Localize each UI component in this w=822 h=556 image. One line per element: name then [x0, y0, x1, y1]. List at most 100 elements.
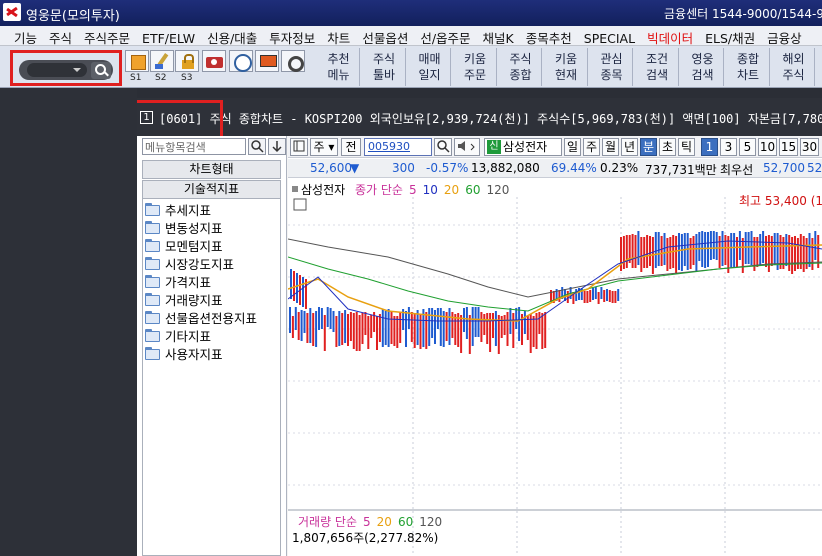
- nav-button[interactable]: 관심 종목: [591, 48, 633, 86]
- interval-button[interactable]: 5: [739, 138, 756, 156]
- candle: [733, 233, 736, 268]
- nav-label-bottom: 툴바: [372, 68, 396, 82]
- nav-button[interactable]: 영웅 검색: [682, 48, 724, 86]
- lock-icon[interactable]: [175, 50, 199, 72]
- indicator-folder-label: 모멘텀지표: [165, 239, 223, 254]
- interval-button[interactable]: 15: [779, 138, 798, 156]
- menu-item[interactable]: 채널K: [483, 26, 514, 45]
- indicator-folder-item[interactable]: 모멘텀지표: [145, 236, 223, 254]
- technical-indicator-header[interactable]: 기술적지표: [142, 180, 281, 199]
- indicator-folder-item[interactable]: 사용자지표: [145, 344, 223, 362]
- menu-item[interactable]: 주식: [49, 26, 72, 45]
- interval-button[interactable]: 1: [701, 138, 718, 156]
- interval-button[interactable]: 10: [758, 138, 777, 156]
- indicator-folder-item[interactable]: 선물옵션전용지표: [145, 308, 257, 326]
- period-button[interactable]: 일: [564, 138, 581, 156]
- price-chart[interactable]: 삼성전자 종가 단순 5 10 20 60 120 최고 53,400 (14 거래량 단…: [288, 179, 822, 556]
- panel-toggle-button[interactable]: [290, 138, 308, 156]
- chevron-down-icon[interactable]: [73, 68, 81, 72]
- menu-item[interactable]: ELS/채권: [705, 26, 755, 45]
- chart-type-header[interactable]: 차트형태: [142, 160, 281, 179]
- candle: [364, 312, 367, 335]
- candle: [791, 237, 794, 274]
- s1-label[interactable]: S1: [130, 73, 141, 83]
- menu-item[interactable]: ETF/ELW: [142, 29, 195, 45]
- candle: [631, 234, 634, 268]
- s3-label[interactable]: S3: [181, 73, 192, 83]
- code-search-button[interactable]: [434, 138, 452, 156]
- menu-item[interactable]: 차트: [327, 26, 350, 45]
- prev-button[interactable]: 전: [341, 138, 361, 156]
- save-icon[interactable]: [125, 50, 149, 72]
- menu-item[interactable]: 종목추천: [526, 26, 572, 45]
- interval-button[interactable]: 30: [800, 138, 819, 156]
- nav-button[interactable]: 주식 툴바: [364, 48, 406, 86]
- period-select[interactable]: 주 ▾: [310, 138, 338, 156]
- legend-ma-label: 거래량 단순: [298, 515, 358, 529]
- period-button[interactable]: 주: [583, 138, 600, 156]
- period-button[interactable]: 틱: [678, 138, 695, 156]
- menu-item[interactable]: 신용/대출: [207, 26, 257, 45]
- search-icon[interactable]: [91, 62, 111, 79]
- indicator-folder-item[interactable]: 거래량지표: [145, 290, 223, 308]
- window-title: [0601] 주식 종합차트 - KOSPI200 외국인보유[2,939,72…: [159, 112, 822, 126]
- menu-item[interactable]: 주식주문: [84, 26, 130, 45]
- candle: [715, 232, 718, 260]
- stock-code-input[interactable]: 005930: [364, 138, 432, 156]
- gear-icon[interactable]: [281, 50, 305, 72]
- menu-item[interactable]: 선/옵주문: [420, 26, 470, 45]
- nav-button[interactable]: 조건 검색: [637, 48, 679, 86]
- sound-button[interactable]: [454, 138, 480, 156]
- price-direction: ▼: [350, 161, 360, 175]
- candle: [296, 273, 298, 303]
- menu-item[interactable]: 금융상: [767, 26, 802, 45]
- workspace-gutter: [0, 88, 137, 556]
- menu-item[interactable]: 빅데이터: [647, 26, 693, 45]
- indicator-folder-item[interactable]: 변동성지표: [145, 218, 223, 236]
- volume-ratio: 69.44%: [551, 161, 597, 175]
- brush-icon[interactable]: [150, 50, 174, 72]
- indicator-folder-item[interactable]: 추세지표: [145, 200, 211, 218]
- period-button[interactable]: 초: [659, 138, 676, 156]
- candle: [370, 315, 373, 338]
- period-button[interactable]: 월: [602, 138, 619, 156]
- indicator-folder-item[interactable]: 기타지표: [145, 326, 211, 344]
- indicator-folder-item[interactable]: 가격지표: [145, 272, 211, 290]
- candle: [695, 234, 698, 271]
- indicator-folder-label: 추세지표: [165, 203, 212, 218]
- period-button[interactable]: 분: [640, 138, 657, 156]
- interval-button[interactable]: 3: [720, 138, 737, 156]
- nav-button[interactable]: 키움 주문: [455, 48, 497, 86]
- monitor-icon[interactable]: [255, 50, 279, 72]
- down-arrow-button[interactable]: [268, 138, 286, 155]
- nav-label-bottom: 주문: [463, 68, 487, 82]
- candle: [489, 313, 492, 352]
- candle: [454, 314, 457, 345]
- candle: [678, 233, 680, 270]
- indicator-folder-label: 시장강도지표: [165, 257, 235, 272]
- indicator-folder-item[interactable]: 시장강도지표: [145, 254, 234, 272]
- menu-item[interactable]: SPECIAL: [584, 29, 635, 45]
- camera-icon[interactable]: [202, 50, 226, 72]
- window-titlebar[interactable]: 1 [0601] 주식 종합차트 - KOSPI200 외국인보유[2,939,…: [137, 98, 822, 136]
- nav-button[interactable]: 해외 주식: [773, 48, 815, 86]
- menu-item[interactable]: 투자정보: [269, 26, 315, 45]
- nav-button[interactable]: 매매 일지: [409, 48, 451, 86]
- stock-name-box[interactable]: 신 삼성전자: [484, 138, 562, 156]
- candle: [352, 313, 355, 349]
- clock-icon[interactable]: [229, 50, 253, 72]
- period-button[interactable]: 년: [621, 138, 638, 156]
- candle: [611, 291, 614, 303]
- screen-search-box[interactable]: [10, 50, 122, 86]
- menu-search-input[interactable]: 메뉴항목검색: [142, 138, 246, 155]
- nav-button[interactable]: 주식 종합: [500, 48, 542, 86]
- menu-item[interactable]: 기능: [14, 26, 37, 45]
- nav-button[interactable]: 추천 메뉴: [318, 48, 360, 86]
- nav-label-top: 키움: [554, 52, 578, 66]
- nav-button[interactable]: 키움 현재: [546, 48, 588, 86]
- s2-label[interactable]: S2: [155, 73, 166, 83]
- nav-label-top: 영웅: [691, 52, 714, 66]
- nav-button[interactable]: 종합 차트: [728, 48, 770, 86]
- menu-search-button[interactable]: [248, 138, 266, 155]
- menu-item[interactable]: 선물옵션: [362, 26, 408, 45]
